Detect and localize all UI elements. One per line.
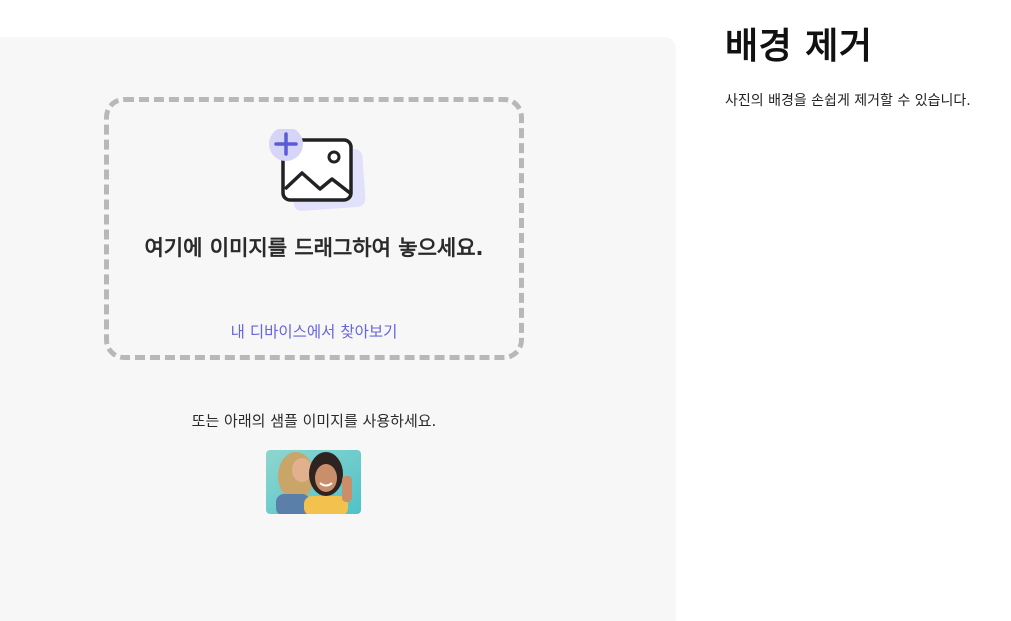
browse-device-link[interactable]: 내 디바이스에서 찾아보기: [109, 320, 519, 342]
info-panel: 배경 제거 사진의 배경을 손쉽게 제거할 수 있습니다.: [725, 24, 1011, 110]
page-title: 배경 제거: [725, 26, 873, 67]
page-subtitle: 사진의 배경을 손쉽게 제거할 수 있습니다.: [725, 93, 971, 109]
sample-photo-two-women: [266, 450, 361, 514]
dropzone-title: 여기에 이미지를 드래그하여 놓으세요.: [144, 236, 484, 260]
upload-panel: 여기에 이미지를 드래그하여 놓으세요. 내 디바이스에서 찾아보기 또는 아래…: [0, 37, 676, 621]
image-add-icon: [269, 129, 366, 211]
sample-image-thumbnail[interactable]: [266, 450, 361, 514]
sample-images-label: 또는 아래의 샘플 이미지를 사용하세요.: [191, 412, 437, 430]
image-dropzone[interactable]: 여기에 이미지를 드래그하여 놓으세요. 내 디바이스에서 찾아보기: [104, 97, 524, 360]
